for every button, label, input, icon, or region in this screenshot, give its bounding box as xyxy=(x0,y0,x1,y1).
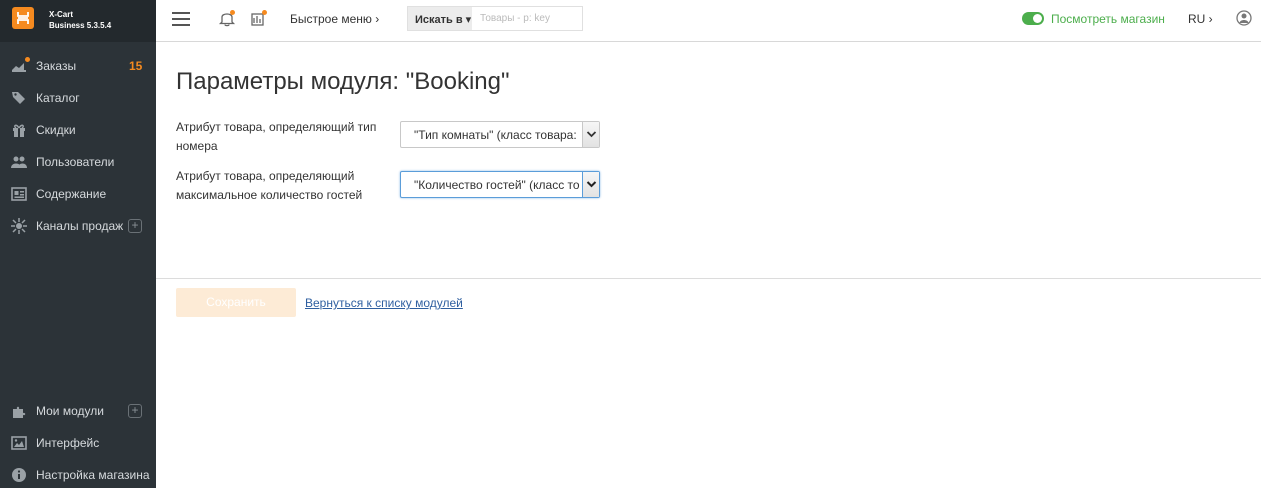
users-icon xyxy=(11,156,27,168)
sidebar-item-label: Скидки xyxy=(36,123,76,137)
sidebar-item-store-setup[interactable]: Настройка магазина xyxy=(0,463,156,487)
add-sales-channel-icon[interactable]: + xyxy=(128,219,142,233)
search-box: Искать в ▾ xyxy=(407,6,583,31)
sidebar-item-users[interactable]: Пользователи xyxy=(0,150,156,174)
sales-channels-icon xyxy=(11,218,27,234)
menu-toggle-icon[interactable] xyxy=(172,12,190,26)
sidebar-item-my-modules[interactable]: Мои модули + xyxy=(0,399,156,423)
sidebar-item-label: Каталог xyxy=(36,91,80,105)
user-avatar-icon[interactable] xyxy=(1236,10,1252,26)
store-activity-icon[interactable] xyxy=(250,9,268,27)
view-store-link[interactable]: Посмотреть магазин xyxy=(1051,12,1165,26)
select-value: "Количество гостей" (класс то xyxy=(414,178,580,192)
room-type-attribute-label: Атрибут товара, определяющий тип номера xyxy=(176,120,377,153)
search-input[interactable] xyxy=(474,7,582,30)
max-guests-attribute-label: Атрибут товара, определяющий максимально… xyxy=(176,169,363,202)
tags-icon xyxy=(12,92,25,104)
form-divider xyxy=(156,278,1261,279)
sidebar-item-orders[interactable]: Заказы 15 xyxy=(0,54,156,78)
page-title: Параметры модуля: "Booking" xyxy=(176,68,510,95)
notification-dot xyxy=(25,57,30,62)
content-icon xyxy=(11,187,27,201)
gift-icon xyxy=(13,124,25,137)
max-guests-attribute-select[interactable]: "Количество гостей" (класс то xyxy=(400,171,600,198)
room-type-attribute-select[interactable]: "Тип комнаты" (класс товара: xyxy=(400,121,600,148)
orders-count-badge: 15 xyxy=(129,59,143,73)
sidebar-item-label: Каналы продаж xyxy=(36,219,124,233)
sidebar-item-catalog[interactable]: Каталог xyxy=(0,86,156,110)
sidebar-item-label: Заказы xyxy=(36,59,77,73)
xcart-logo-icon xyxy=(12,7,34,29)
info-icon xyxy=(12,468,26,482)
sidebar-item-label: Настройка магазина xyxy=(36,468,150,482)
brand[interactable]: X-Cart Business 5.3.5.4 xyxy=(0,0,156,42)
puzzle-icon xyxy=(13,406,26,418)
language-selector[interactable]: RU › xyxy=(1188,12,1213,26)
sidebar-item-label: Содержание xyxy=(36,187,107,201)
sidebar-item-discounts[interactable]: Скидки xyxy=(0,118,156,142)
brand-name: X-Cart Business 5.3.5.4 xyxy=(49,9,111,31)
chevron-down-icon xyxy=(582,122,599,147)
sidebar-item-interface[interactable]: Интерфейс xyxy=(0,431,156,455)
sidebar: X-Cart Business 5.3.5.4 Заказы 15 Катало… xyxy=(0,0,156,488)
quick-menu-button[interactable]: Быстрое меню › xyxy=(290,12,379,26)
bell-icon[interactable] xyxy=(218,9,236,27)
sidebar-item-content[interactable]: Содержание xyxy=(0,182,156,206)
store-status-toggle[interactable] xyxy=(1022,12,1044,25)
brand-version: Business 5.3.5.4 xyxy=(49,21,112,30)
save-button[interactable]: Сохранить xyxy=(176,288,296,317)
sidebar-item-label: Пользователи xyxy=(36,155,115,169)
top-header: Быстрое меню › Искать в ▾ Посмотреть маг… xyxy=(156,0,1261,42)
chevron-down-icon xyxy=(582,172,599,197)
brand-name-line1: X-Cart xyxy=(49,10,74,19)
select-value: "Тип комнаты" (класс товара: xyxy=(414,128,577,142)
sidebar-item-sales-channels[interactable]: Каналы продаж + xyxy=(0,214,156,238)
image-icon xyxy=(11,436,27,450)
search-scope-select[interactable]: Искать в ▾ xyxy=(408,7,472,30)
add-module-icon[interactable]: + xyxy=(128,404,142,418)
sidebar-item-label: Интерфейс xyxy=(36,436,100,450)
sidebar-item-label: Мои модули xyxy=(36,404,104,418)
back-to-modules-link[interactable]: Вернуться к списку модулей xyxy=(305,296,463,310)
